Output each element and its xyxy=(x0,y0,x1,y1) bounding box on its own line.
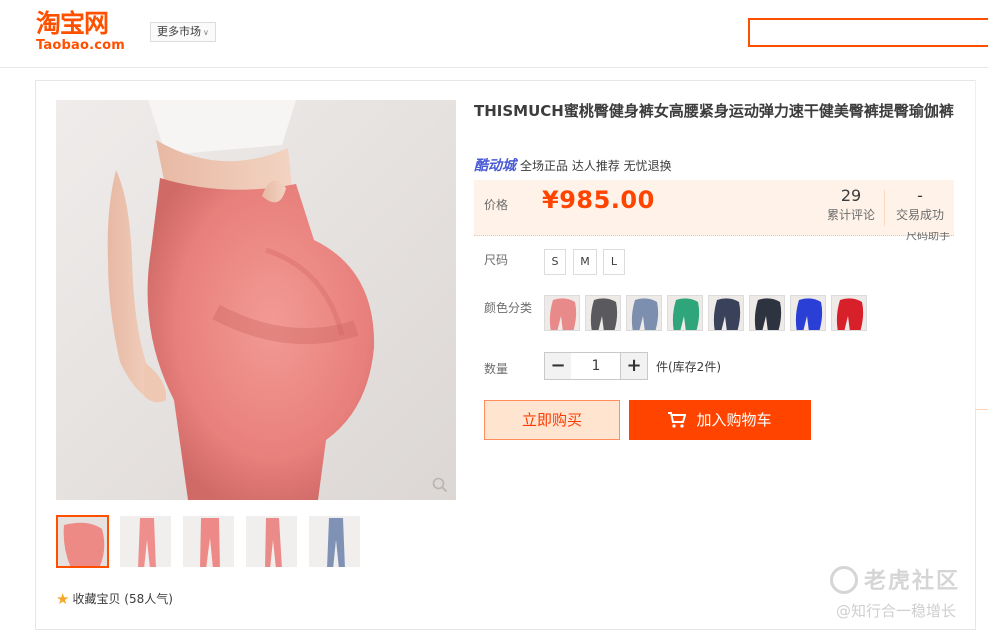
zoom-icon[interactable] xyxy=(432,477,448,493)
thumbnail-4[interactable] xyxy=(245,515,298,568)
favorite-label: 收藏宝贝 (58人气) xyxy=(72,592,173,606)
color-option-1[interactable] xyxy=(544,295,580,331)
color-option-4[interactable] xyxy=(667,295,703,331)
reviews-label: 累计评论 xyxy=(826,208,875,222)
thumbnail-2[interactable] xyxy=(119,515,172,568)
color-option-6[interactable] xyxy=(749,295,785,331)
taobao-logo[interactable]: 淘宝网 Taobao.com xyxy=(36,10,132,56)
top-bar: 淘宝网 Taobao.com 更多市场 ∨ xyxy=(0,0,988,68)
size-option-s[interactable]: S xyxy=(544,249,566,275)
product-main-image[interactable] xyxy=(56,100,456,500)
color-option-3[interactable] xyxy=(626,295,662,331)
watermark-logo: 老虎社区 xyxy=(830,563,960,595)
side-panel-edge xyxy=(975,80,988,410)
color-label: 颜色分类 xyxy=(484,301,533,315)
cart-icon xyxy=(668,412,687,428)
price-value: ¥985.00 xyxy=(542,186,655,214)
color-option-7[interactable] xyxy=(790,295,826,331)
price-label: 价格 xyxy=(484,198,509,212)
color-option-2[interactable] xyxy=(585,295,621,331)
thumbnail-3[interactable] xyxy=(182,515,235,568)
deals-count: - xyxy=(917,186,923,205)
favorite-item[interactable]: ★ 收藏宝贝 (58人气) xyxy=(56,590,173,608)
thumbnail-1[interactable] xyxy=(56,515,109,568)
watermark-icon xyxy=(830,566,858,594)
logo-chinese: 淘宝网 xyxy=(36,9,109,38)
deals-stat: - 交易成功 xyxy=(892,186,948,224)
more-markets-label: 更多市场 xyxy=(157,25,201,38)
stock-text: 件(库存2件) xyxy=(656,360,721,374)
decrease-button[interactable]: − xyxy=(544,352,572,380)
size-helper-link[interactable]: 尺码助手 xyxy=(906,232,950,242)
color-option-5[interactable] xyxy=(708,295,744,331)
brand-row: 酷动城 全场正品 达人推荐 无忧退换 xyxy=(474,156,672,176)
reviews-count: 29 xyxy=(840,186,862,205)
watermark-line2: @知行合一稳增长 xyxy=(836,602,957,620)
deals-label: 交易成功 xyxy=(895,208,944,222)
buy-now-button[interactable]: 立即购买 xyxy=(484,400,620,440)
brand-logo[interactable]: 酷动城 xyxy=(474,158,516,174)
quantity-label: 数量 xyxy=(484,362,509,376)
reviews-stat[interactable]: 29 累计评论 xyxy=(826,186,876,224)
increase-button[interactable]: + xyxy=(620,352,648,380)
add-to-cart-label: 加入购物车 xyxy=(696,411,772,429)
size-label: 尺码 xyxy=(484,253,509,267)
chevron-down-icon: ∨ xyxy=(203,28,209,37)
size-option-l[interactable]: L xyxy=(603,249,625,275)
thumbnail-5[interactable] xyxy=(308,515,361,568)
product-title: THISMUCH蜜桃臀健身裤女高腰紧身运动弹力速干健美臀裤提臀瑜伽裤 xyxy=(474,102,954,120)
star-icon: ★ xyxy=(56,590,70,608)
more-markets-dropdown[interactable]: 更多市场 ∨ xyxy=(150,22,216,42)
color-option-8[interactable] xyxy=(831,295,867,331)
add-to-cart-button[interactable]: 加入购物车 xyxy=(629,400,811,440)
logo-english: Taobao.com xyxy=(36,38,126,53)
size-option-m[interactable]: M xyxy=(573,249,597,275)
stat-divider xyxy=(884,190,885,226)
brand-tags: 全场正品 达人推荐 无忧退换 xyxy=(520,159,672,173)
quantity-input[interactable]: 1 xyxy=(571,352,621,380)
search-input[interactable] xyxy=(748,18,988,47)
price-panel: 价格 ¥985.00 29 累计评论 - 交易成功 xyxy=(474,180,954,236)
watermark-line1: 老虎社区 xyxy=(864,569,961,594)
